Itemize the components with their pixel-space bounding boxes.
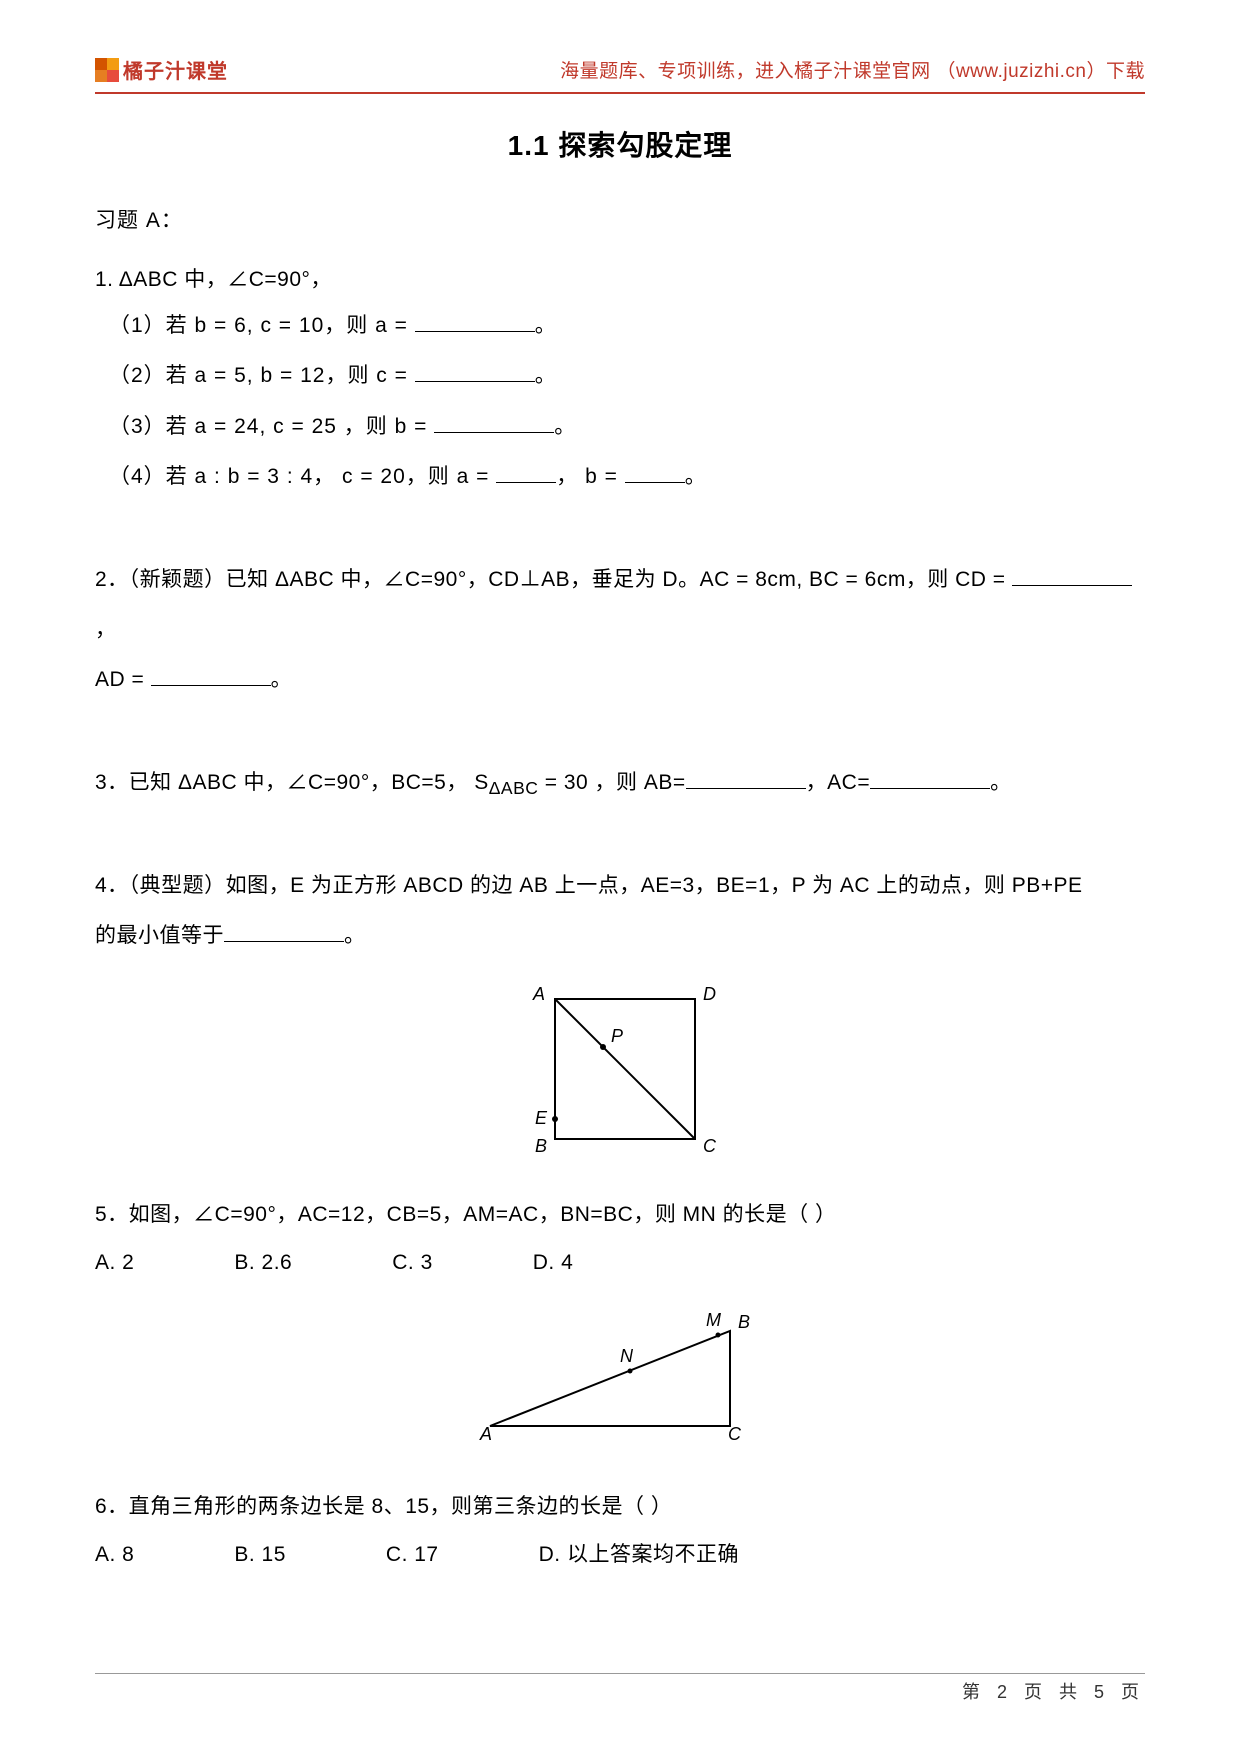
q6-stem: 6．直角三角形的两条边长是 8、15，则第三条边的长是（ ） [95,1486,1145,1528]
page-number: 第 2 页 共 5 页 [962,1678,1145,1704]
label-A: A [532,984,545,1004]
q6-optB: B. 15 [234,1534,286,1576]
header-promo: 海量题库、专项训练，进入橘子汁课堂官网 （www.juzizhi.cn）下载 [560,56,1145,83]
blank [415,311,535,332]
brand-name: 橘子汁课堂 [123,55,228,84]
q4-line2-post: 。 [344,924,366,947]
figure-q5-svg: A C B M N [460,1306,780,1446]
q1-p1-post: 。 [535,314,557,337]
brand-icon [95,58,119,82]
q1-p3-post: 。 [554,415,576,438]
q1-part4: （4）若 a : b = 3 : 4， c = 20，则 a = ， b = 。 [109,452,1145,502]
label-P: P [611,1026,623,1046]
q2-line2-pre: AD = [95,668,151,691]
label-B: B [738,1312,750,1332]
q1-p2-post: 。 [535,364,557,387]
q1-part3: （3）若 a = 24, c = 25 ，则 b = 。 [109,402,1145,452]
q6-optA: A. 8 [95,1534,134,1576]
section-label: 习题 A： [95,204,1145,234]
q5-stem: 5．如图，∠C=90°，AC=12，CB=5，AM=AC，BN=BC，则 MN … [95,1194,1145,1236]
q4-line1: 4．（典型题）如图，E 为正方形 ABCD 的边 AB 上一点，AE=3，BE=… [95,874,1083,897]
blank [1012,565,1132,586]
question-3: 3．已知 ΔABC 中，∠C=90°，BC=5， SΔABC = 30 ，则 A… [95,758,1145,809]
q1-p2-pre: （2）若 a = 5, b = 12，则 c = [109,364,415,387]
label-C: C [703,1136,717,1156]
label-N: N [620,1346,634,1366]
q1-p3-pre: （3）若 a = 24, c = 25 ，则 b = [109,415,434,438]
q3-mid1: = 30 ，则 AB= [538,771,685,794]
question-6: 6．直角三角形的两条边长是 8、15，则第三条边的长是（ ） A. 8 B. 1… [95,1486,1145,1576]
q3-mid2: ，AC= [806,771,870,794]
header: 橘子汁课堂 海量题库、专项训练，进入橘子汁课堂官网 （www.juzizhi.c… [95,55,1145,94]
q1-p4-post: 。 [685,465,707,488]
blank [224,921,344,942]
blank [686,768,806,789]
blank [870,768,990,789]
q6-options: A. 8 B. 15 C. 17 D. 以上答案均不正确 [95,1534,1145,1576]
q6-optC: C. 17 [386,1534,439,1576]
q1-p1-pre: （1）若 b = 6, c = 10，则 a = [109,314,415,337]
question-2: 2．（新颖题）已知 ΔABC 中，∠C=90°，CD⊥AB，垂足为 D。AC =… [95,555,1145,706]
q1-stem: 1. ΔABC 中，∠C=90°， [95,259,1145,301]
brand: 橘子汁课堂 [95,55,228,84]
q6-optD: D. 以上答案均不正确 [539,1534,739,1576]
page: 橘子汁课堂 海量题库、专项训练，进入橘子汁课堂官网 （www.juzizhi.c… [0,0,1240,1754]
q1-part2: （2）若 a = 5, b = 12，则 c = 。 [109,351,1145,401]
q2-pre: 2．（新颖题）已知 ΔABC 中，∠C=90°，CD⊥AB，垂足为 D。AC =… [95,568,1012,591]
q5-options: A. 2 B. 2.6 C. 3 D. 4 [95,1242,1145,1284]
q4-line2-pre: 的最小值等于 [95,924,224,947]
blank [415,361,535,382]
question-4: 4．（典型题）如图，E 为正方形 ABCD 的边 AB 上一点，AE=3，BE=… [95,861,1145,962]
q2-line2-post: 。 [271,668,293,691]
blank [434,412,554,433]
blank [496,462,556,483]
figure-q4: A D E B C P [95,984,1145,1169]
q3-post: 。 [990,771,1012,794]
q5-optA: A. 2 [95,1242,134,1284]
figure-q4-svg: A D E B C P [515,984,725,1164]
page-title: 1.1 探索勾股定理 [95,124,1145,164]
label-D: D [703,984,716,1004]
question-5: 5．如图，∠C=90°，AC=12，CB=5，AM=AC，BN=BC，则 MN … [95,1194,1145,1284]
q5-optB: B. 2.6 [234,1242,292,1284]
q5-optC: C. 3 [392,1242,433,1284]
q1-p4-mid: ， b = [556,465,624,488]
blank [151,665,271,686]
label-A: A [479,1424,492,1444]
blank [625,462,685,483]
q2-mid: ， [95,618,117,641]
question-1: 1. ΔABC 中，∠C=90°， （1）若 b = 6, c = 10，则 a… [95,259,1145,503]
q5-optD: D. 4 [533,1242,574,1284]
q1-part1: （1）若 b = 6, c = 10，则 a = 。 [109,301,1145,351]
label-E: E [535,1108,548,1128]
q3-sub: ΔABC [489,778,539,798]
q1-p4-pre: （4）若 a : b = 3 : 4， c = 20，则 a = [109,465,496,488]
label-M: M [706,1310,721,1330]
footer-rule [95,1673,1145,1674]
label-B: B [535,1136,547,1156]
q3-pre: 3．已知 ΔABC 中，∠C=90°，BC=5， S [95,771,489,794]
label-C: C [728,1424,742,1444]
figure-q5: A C B M N [95,1306,1145,1451]
